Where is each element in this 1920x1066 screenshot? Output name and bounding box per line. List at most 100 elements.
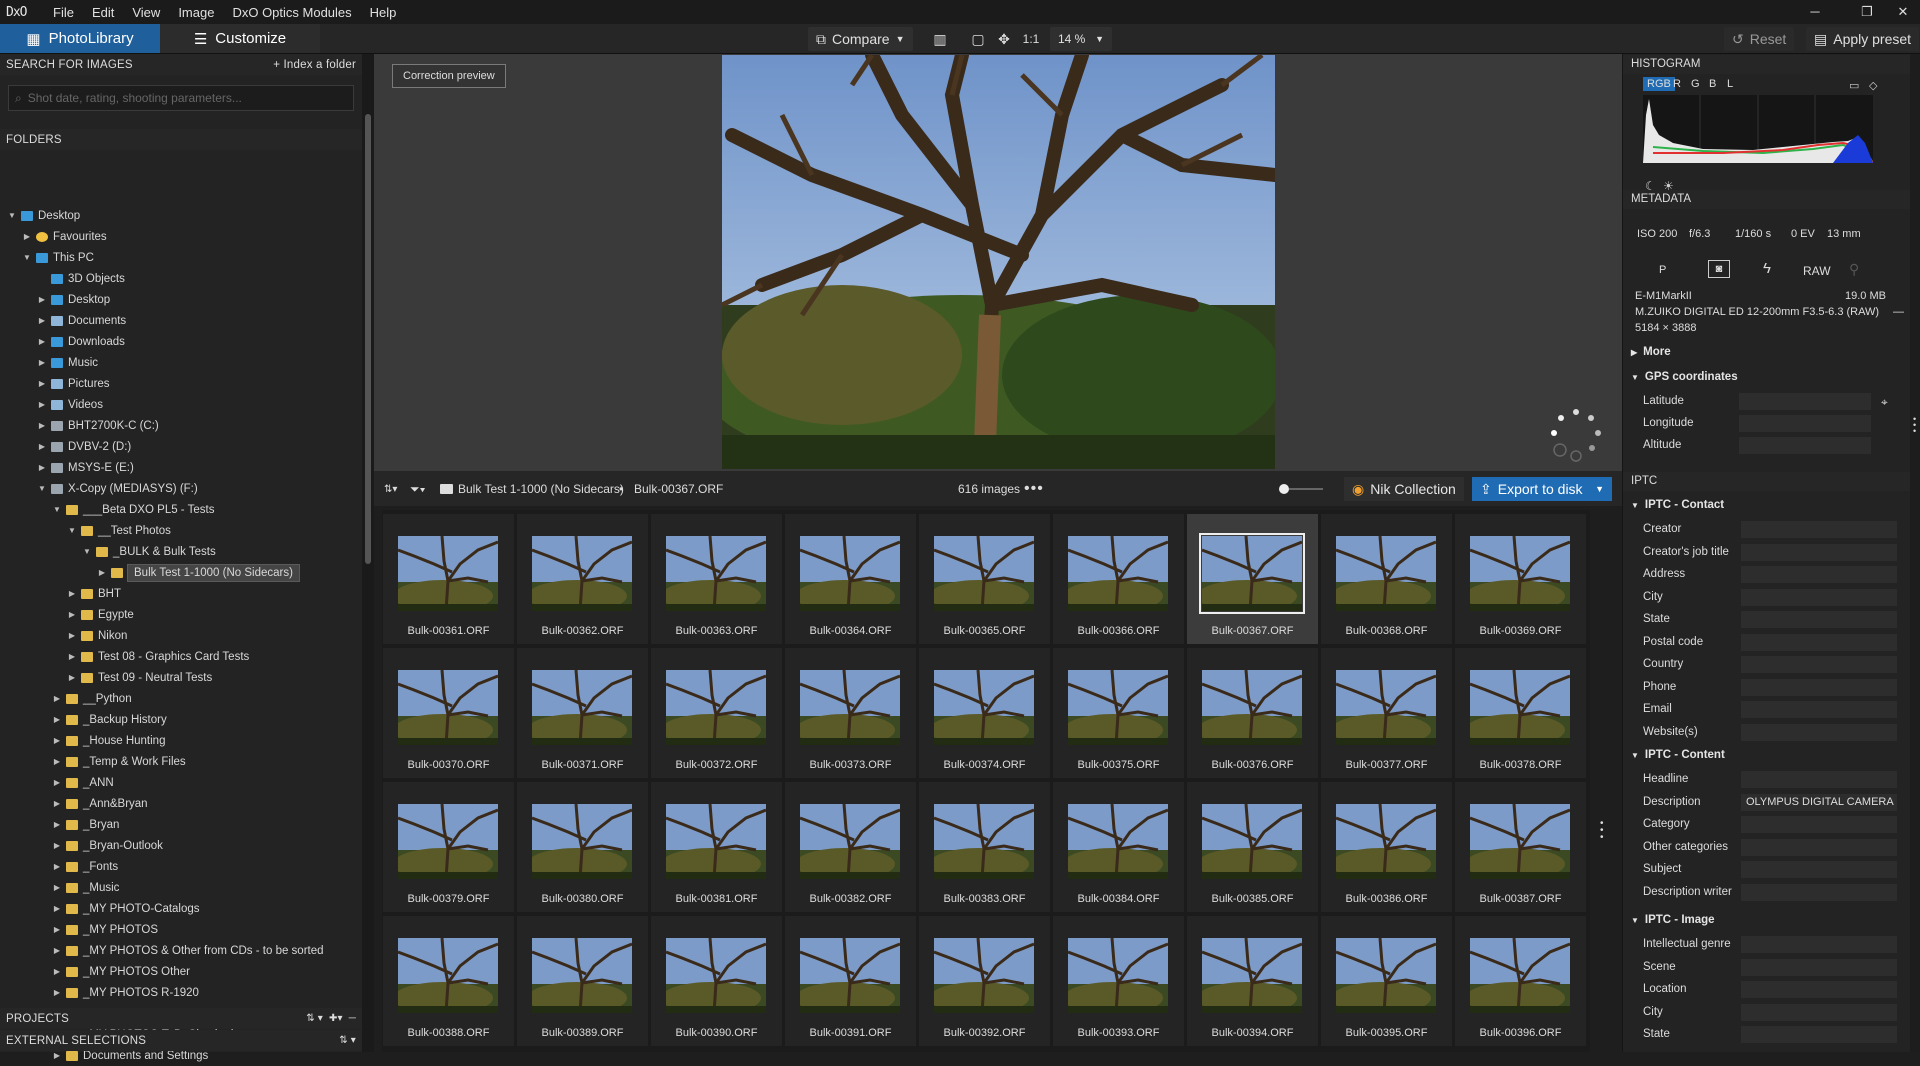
thumbnail-item[interactable]: Bulk-00379.ORF [382,781,515,913]
thumbnail-item[interactable]: Bulk-00386.ORF [1320,781,1453,913]
search-input[interactable]: ⌕ Shot date, rating, shooting parameters… [8,85,354,111]
iptc-field-input[interactable] [1741,588,1897,606]
iptc-field-input[interactable] [1741,633,1897,651]
iptc-field-input[interactable] [1741,678,1897,696]
iptc-field-input[interactable] [1741,521,1897,538]
apply-preset-button[interactable]: ▤ Apply preset [1806,27,1920,51]
gps-section-toggle[interactable]: ▼ GPS coordinates [1631,371,1738,383]
tab-customize[interactable]: ☰ Customize [160,24,320,53]
chevron-right-icon[interactable]: ▶ [51,778,63,787]
left-scrollbar[interactable] [362,54,374,1052]
sort-icon[interactable]: ⇅▾ [384,471,397,507]
index-folder-button[interactable]: + Index a folder [273,59,356,71]
iptc-field-input[interactable] [1741,883,1897,901]
gps-field-input[interactable] [1739,393,1871,410]
chevron-right-icon[interactable]: ▶ [51,988,63,997]
folder-item[interactable]: ▶ Music [36,352,98,373]
iptc-field-input[interactable] [1741,611,1897,628]
folder-item[interactable]: ▶ _MY PHOTOS R-1920 [51,982,199,1003]
filter-icon[interactable]: ⏷▾ [410,471,425,507]
one-to-one-button[interactable]: 1:1 [1020,27,1042,51]
thumbnail-item[interactable]: Bulk-00371.ORF [516,647,649,779]
iptc-group-toggle[interactable]: ▼ IPTC - Contact [1631,499,1724,511]
iptc-field-input[interactable] [1741,1026,1897,1043]
nik-collection-button[interactable]: ◉ Nik Collection [1344,477,1464,501]
folder-item[interactable]: ▶ Videos [36,394,103,415]
folder-item[interactable]: ▶ _Fonts [51,856,118,877]
grid-scrollbar[interactable]: • • • [1592,510,1614,1052]
thumbnail-item[interactable]: Bulk-00396.ORF [1454,915,1587,1047]
folder-item[interactable]: ▶ _Backup History [51,709,167,730]
folder-item[interactable]: ▶ _Bryan [51,814,120,835]
folder-item[interactable]: ▶ BHT [66,583,121,604]
iptc-field-input[interactable] [1741,723,1897,741]
thumbnail-size-slider[interactable] [1279,471,1323,507]
zoom-select[interactable]: 14 % ▼ [1050,27,1112,51]
thumbnail-item[interactable]: Bulk-00364.ORF [784,513,917,645]
folder-item[interactable]: ▶ Desktop [36,289,110,310]
chevron-right-icon[interactable]: ▶ [36,400,48,409]
iptc-field-input[interactable] [1741,566,1897,583]
thumbnail-item[interactable]: Bulk-00384.ORF [1052,781,1185,913]
correction-preview-button[interactable]: Correction preview [392,64,506,88]
folder-item[interactable]: ▼ X-Copy (MEDIASYS) (F:) [36,478,198,499]
chevron-right-icon[interactable]: ▶ [51,904,63,913]
iptc-field-input[interactable] [1741,936,1897,953]
folder-item[interactable]: ▶ Bulk Test 1-1000 (No Sidecars) [96,562,300,583]
chevron-right-icon[interactable]: ▶ [51,946,63,955]
thumbnail-item[interactable]: Bulk-00377.ORF [1320,647,1453,779]
chevron-right-icon[interactable]: ▶ [36,463,48,472]
menu-item-image[interactable]: Image [169,5,223,20]
chevron-right-icon[interactable]: ▶ [66,610,78,619]
thumbnail-item[interactable]: Bulk-00376.ORF [1186,647,1319,779]
folder-item[interactable]: ▶ Test 09 - Neutral Tests [66,667,212,688]
minimize-button[interactable]: ─ [1800,0,1830,24]
folder-item[interactable]: ▼ This PC [21,247,94,268]
thumbnail-item[interactable]: Bulk-00373.ORF [784,647,917,779]
chevron-right-icon[interactable]: ▶ [51,883,63,892]
more-section-toggle[interactable]: ▶ More [1631,346,1671,358]
thumbnail-item[interactable]: Bulk-00392.ORF [918,915,1051,1047]
thumbnail-item[interactable]: Bulk-00390.ORF [650,915,783,1047]
folder-item[interactable]: ▶ _Ann&Bryan [51,793,148,814]
chevron-right-icon[interactable]: ▶ [36,379,48,388]
export-to-disk-button[interactable]: ⇪ Export to disk ▼ [1472,477,1612,501]
gps-field-input[interactable] [1739,437,1871,454]
folder-item[interactable]: ▶ __Python [51,688,132,709]
thumbnail-item[interactable]: Bulk-00385.ORF [1186,781,1319,913]
thumbnail-item[interactable]: Bulk-00363.ORF [650,513,783,645]
chevron-right-icon[interactable]: ▶ [51,799,63,808]
chevron-right-icon[interactable]: ▶ [96,568,108,577]
menu-item-view[interactable]: View [123,5,169,20]
thumbnail-item[interactable]: Bulk-00369.ORF [1454,513,1587,645]
chevron-down-icon[interactable]: ▼ [6,211,18,220]
iptc-field-input[interactable]: OLYMPUS DIGITAL CAMERA [1741,793,1897,811]
folder-item[interactable]: ▶ Downloads [36,331,125,352]
restore-button[interactable]: ❐ [1852,0,1882,24]
sort-icon[interactable]: ⇅ ▾ ✚▾ ─ [306,1013,356,1024]
menu-item-dxo-optics-modules[interactable]: DxO Optics Modules [223,5,360,20]
image-viewer[interactable]: Correction preview [374,54,1622,470]
folder-item[interactable]: ▶ Pictures [36,373,110,394]
right-scrollbar[interactable]: • • • [1910,54,1920,1052]
split-view-icon[interactable]: ▥ [928,27,952,51]
chevron-right-icon[interactable]: ▶ [66,631,78,640]
folder-item[interactable]: ▶ Favourites [21,226,107,247]
thumbnail-item[interactable]: Bulk-00391.ORF [784,915,917,1047]
iptc-field-input[interactable] [1741,958,1897,976]
thumbnail-item[interactable]: Bulk-00378.ORF [1454,647,1587,779]
fit-icon[interactable]: ▢ [966,27,990,51]
chevron-right-icon[interactable]: ▶ [36,337,48,346]
folder-item[interactable]: ▶ BHT2700K-C (C:) [36,415,159,436]
chevron-right-icon[interactable]: ▶ [36,358,48,367]
thumbnail-item[interactable]: Bulk-00393.ORF [1052,915,1185,1047]
chevron-right-icon[interactable]: ▶ [36,442,48,451]
folder-item[interactable]: ▶ _Temp & Work Files [51,751,186,772]
chevron-down-icon[interactable]: ▼ [66,526,78,535]
folder-item[interactable]: ▼ ___Beta DXO PL5 - Tests [51,499,214,520]
external-selections-header[interactable]: EXTERNAL SELECTIONS ⇅ ▾ [0,1030,362,1051]
chevron-right-icon[interactable]: ▶ [51,862,63,871]
thumbnail-item[interactable]: Bulk-00375.ORF [1052,647,1185,779]
drag-handle-icon[interactable]: • • • [1600,819,1604,843]
menu-item-edit[interactable]: Edit [83,5,123,20]
